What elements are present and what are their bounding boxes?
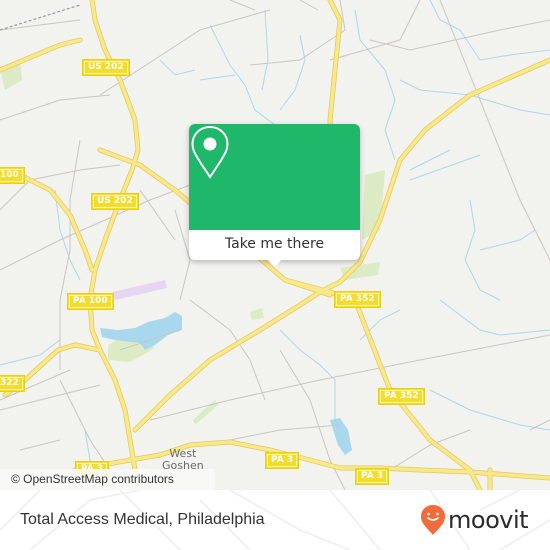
- road-shield-pa3: PA 3: [265, 452, 300, 469]
- industrial-area: [112, 280, 167, 300]
- place-title: Total Access Medical, Philadelphia: [20, 511, 265, 528]
- road-shield-us322: 322: [0, 375, 25, 392]
- road-shield-pa3: PA 3: [355, 468, 390, 485]
- moovit-pin-icon: [421, 505, 445, 535]
- map-view[interactable]: US 202 US 202 PA 100 100 322 PA 352 PA 3…: [0, 0, 550, 490]
- road-shield-pa352: PA 352: [334, 291, 381, 308]
- pond: [330, 418, 352, 455]
- road-shield-us202: US 202: [82, 59, 130, 76]
- road-shield-pa100: 100: [0, 167, 25, 184]
- road-shield-pa100: PA 100: [67, 293, 114, 310]
- park-area: [250, 308, 264, 320]
- road-shield-us202: US 202: [91, 193, 139, 210]
- popup-header: [189, 124, 360, 230]
- moovit-wordmark: moovit: [448, 506, 529, 534]
- railway: [0, 4, 81, 31]
- road-shield-pa352: PA 352: [378, 388, 425, 405]
- popup-pointer: [267, 258, 283, 267]
- take-me-there-button[interactable]: Take me there: [189, 230, 360, 260]
- destination-popup: Take me there: [189, 124, 360, 267]
- map-pin-icon: [191, 125, 229, 179]
- footer-bar: Total Access Medical, Philadelphia moovi…: [0, 490, 550, 550]
- moovit-logo[interactable]: moovit: [420, 503, 529, 537]
- map-attribution[interactable]: © OpenStreetMap contributors: [0, 469, 215, 490]
